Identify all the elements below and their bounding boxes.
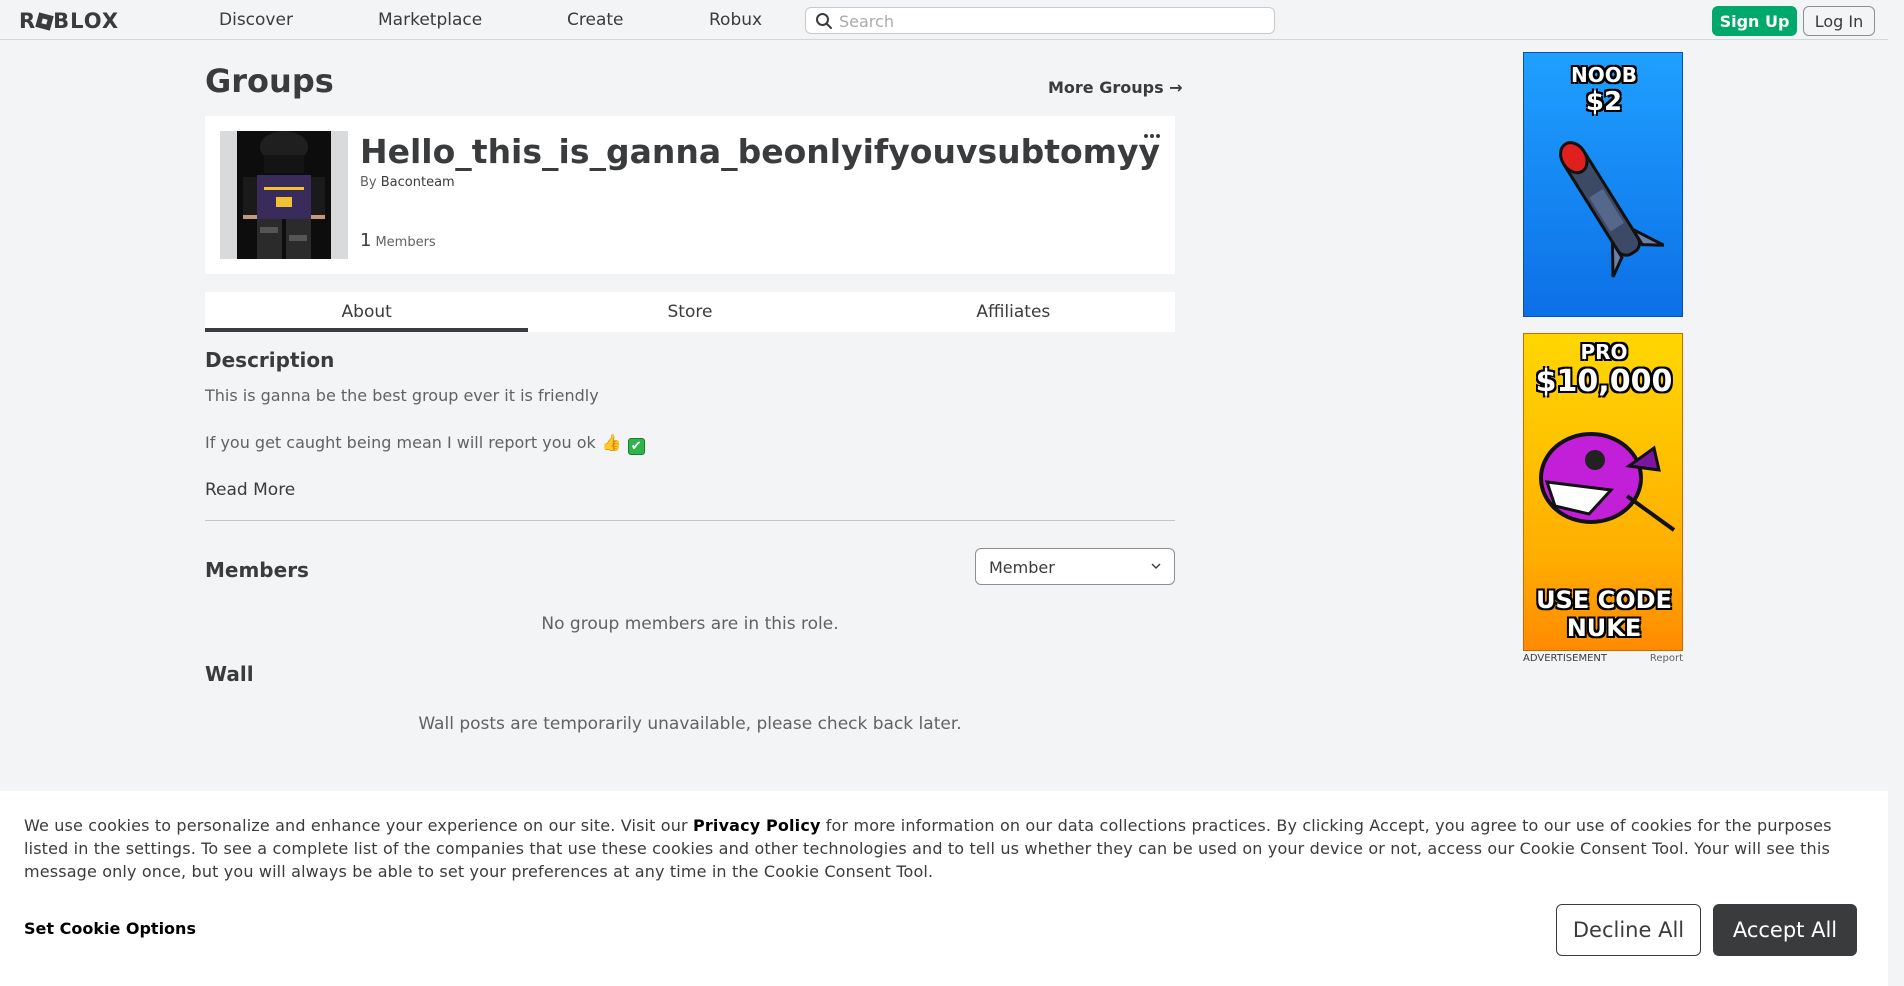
by-label: By [360,175,377,190]
nav-discover[interactable]: Discover [219,10,293,30]
ad2-code: NUKE [1566,614,1642,642]
wall-heading: Wall [205,662,254,686]
ad1-price: $2 [1585,87,1623,117]
page-title: Groups [205,62,334,100]
check-mark-icon: ✔ [627,438,645,455]
description-line-2-row: If you get caught being mean I will repo… [205,433,645,455]
description-line-1: This is ganna be the best group ever it … [205,386,599,405]
advertisement-banner-2[interactable]: PRO $10,000 USE CODE NUKE [1523,333,1683,651]
members-empty-message: No group members are in this role. [541,614,839,634]
ad1-title: NOOB [1571,63,1637,87]
sign-up-button[interactable]: Sign Up [1712,6,1797,36]
cookie-consent-text: We use cookies to personalize and enhanc… [24,814,1864,883]
role-selected-value: Member [989,558,1055,577]
nav-robux[interactable]: Robux [709,10,762,30]
top-navigation-bar: R BLOX Discover Marketplace Create Robux … [0,0,1904,40]
purple-bomb-icon [1539,432,1676,532]
group-emblem-image [220,131,348,259]
ad2-price: $10,000 [1535,364,1673,399]
decline-all-button[interactable]: Decline All [1556,904,1701,956]
members-heading: Members [205,558,309,582]
log-in-button[interactable]: Log In [1803,6,1875,36]
tab-store[interactable]: Store [528,292,851,332]
accept-all-button[interactable]: Accept All [1713,904,1857,956]
set-cookie-options-link[interactable]: Set Cookie Options [24,919,196,938]
group-header-card: Hello_this_is_ganna_beonlyifyouvsubtomyy… [205,116,1175,274]
members-label: Members [375,235,436,250]
page-scrollbar[interactable] [1888,0,1904,986]
rocket-icon [1559,141,1664,278]
group-name: Hello_this_is_ganna_beonlyifyouvsubtomyy… [360,132,1160,171]
member-count-number: 1 [360,230,372,251]
thumbs-up-icon: 👍 [601,433,622,452]
chevron-down-icon [1151,563,1161,569]
description-heading: Description [205,348,335,372]
ad2-code-label: USE CODE [1536,586,1672,614]
cookie-text-start: We use cookies to personalize and enhanc… [24,816,694,835]
group-owner-line: By Baconteam [360,175,455,190]
search-input[interactable] [839,10,1259,32]
advertisement-footer: ADVERTISEMENT Report [1523,653,1683,664]
privacy-policy-link[interactable]: Privacy Policy [693,816,821,835]
report-ad-link[interactable]: Report [1650,653,1683,664]
cookie-consent-banner: We use cookies to personalize and enhanc… [0,791,1888,986]
group-tabs: About Store Affiliates [205,292,1175,332]
roblox-logo[interactable]: R BLOX [19,9,119,33]
tab-affiliates[interactable]: Affiliates [852,292,1175,332]
group-owner-link[interactable]: Baconteam [381,175,455,190]
more-groups-link[interactable]: More Groups → [1048,78,1183,97]
search-box [805,7,1275,34]
more-options-icon[interactable] [1143,130,1161,139]
description-line-2: If you get caught being mean I will repo… [205,433,596,452]
advertisement-banner-1[interactable]: NOOB $2 [1523,52,1683,317]
nav-marketplace[interactable]: Marketplace [378,10,482,30]
wall-unavailable-message: Wall posts are temporarily unavailable, … [418,714,962,734]
tab-about[interactable]: About [205,292,529,332]
group-member-count: 1 Members [360,230,436,251]
search-icon [815,12,833,30]
role-select-dropdown[interactable]: Member [975,548,1175,585]
nav-create[interactable]: Create [567,10,624,30]
section-divider [205,520,1175,521]
advertisement-label: ADVERTISEMENT [1523,653,1608,664]
read-more-link[interactable]: Read More [205,480,295,500]
ad2-title: PRO [1580,340,1628,364]
